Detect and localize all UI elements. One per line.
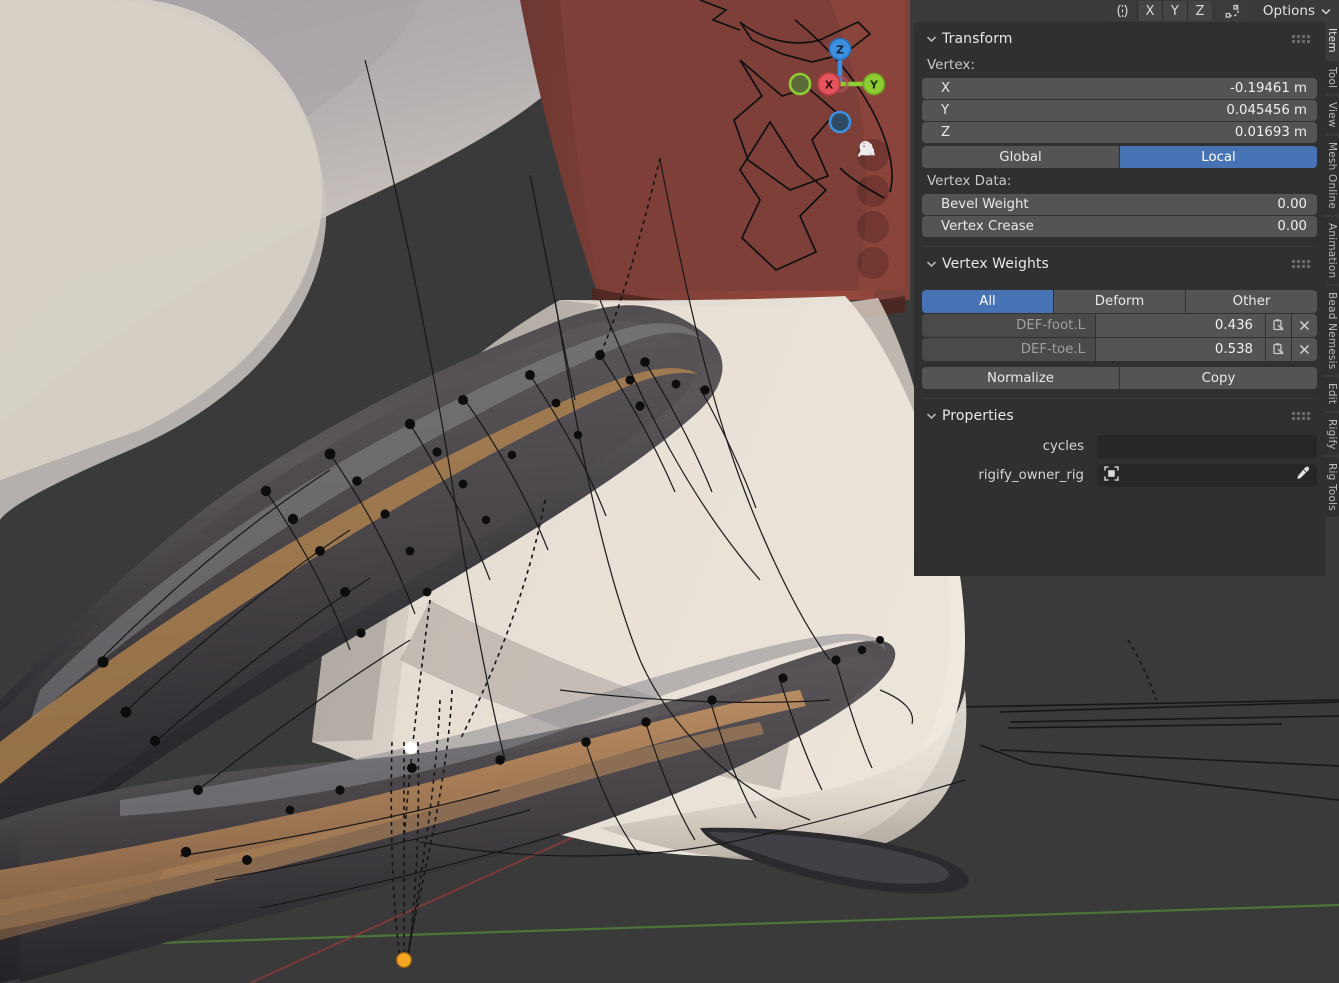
vertex-group-weight[interactable]: 0.538 (1096, 338, 1265, 361)
blender-window: Z Y X X Y Z Options Transform Vertex: X … (0, 0, 1339, 983)
object-origin (395, 951, 413, 969)
symmetry-group[interactable]: X Y Z (1107, 1, 1212, 21)
field-value: -0.19461 m (1230, 81, 1307, 96)
sidebar-tab-rigify[interactable]: Rigify (1325, 412, 1339, 456)
property-row-rigify-owner-rig[interactable]: rigify_owner_rig (922, 464, 1317, 487)
transform-field-x[interactable]: X -0.19461 m (922, 78, 1317, 99)
transform-field-y[interactable]: Y 0.045456 m (922, 100, 1317, 121)
bevel-weight-field[interactable]: Bevel Weight 0.00 (922, 194, 1317, 215)
proportional-editing-icon[interactable] (1216, 1, 1247, 21)
field-key: Y (941, 103, 950, 118)
symmetry-x-button[interactable]: X (1137, 1, 1162, 21)
field-value: 0.00 (1277, 219, 1307, 234)
vertex-group-weight[interactable]: 0.436 (1096, 314, 1265, 337)
vertex-crease-field[interactable]: Vertex Crease 0.00 (922, 216, 1317, 237)
normalize-button[interactable]: Normalize (922, 367, 1119, 389)
chevron-down-icon[interactable] (926, 34, 942, 45)
selected-vertex (404, 741, 418, 755)
options-dropdown[interactable]: Options (1253, 1, 1339, 21)
transform-space-toggle[interactable]: Global Local (922, 146, 1317, 168)
field-key: X (941, 81, 951, 96)
camera-icon[interactable] (857, 143, 889, 243)
chevron-down-icon[interactable] (926, 411, 942, 422)
property-row-cycles[interactable]: cycles (922, 435, 1317, 458)
sidebar-tab-bead-nemesis[interactable]: Bead Nemesis (1325, 286, 1339, 376)
transform-panel-header[interactable]: Transform (922, 26, 1317, 52)
close-icon[interactable] (1292, 338, 1317, 361)
weight-actions[interactable]: Normalize Copy (922, 367, 1317, 389)
filter-tab-other[interactable]: Other (1186, 290, 1317, 313)
symmetry-z-button[interactable]: Z (1187, 1, 1212, 21)
navigation-axis-gizmo[interactable]: Z Y X (788, 32, 892, 136)
vertex-data-label: Vertex Data: (927, 173, 1012, 189)
property-label: rigify_owner_rig (978, 468, 1084, 483)
viewport-header[interactable]: X Y Z Options (1103, 0, 1339, 22)
vertex-group-row[interactable]: DEF-toe.L 0.538 (922, 338, 1317, 361)
sidebar-tab-edit[interactable]: Edit (1325, 377, 1339, 411)
divider (924, 246, 1315, 247)
copy-to-selected-icon[interactable] (1266, 338, 1291, 361)
field-key: Z (941, 125, 951, 140)
sidebar-tab-item[interactable]: Item (1325, 22, 1339, 59)
sidebar-tab-tool[interactable]: Tool (1325, 60, 1339, 94)
field-value: 0.045456 m (1226, 103, 1307, 118)
symmetry-y-button[interactable]: Y (1162, 1, 1187, 21)
panel-title: Transform (942, 31, 1013, 47)
svg-text:Y: Y (869, 79, 879, 92)
copy-to-selected-icon[interactable] (1266, 314, 1291, 337)
field-key: Bevel Weight (941, 197, 1029, 212)
proportional-editing-group[interactable] (1216, 1, 1247, 21)
sidebar-tab-rig-tools[interactable]: Rig Tools (1325, 457, 1339, 518)
divider (924, 398, 1315, 399)
local-space-button[interactable]: Local (1120, 146, 1317, 168)
vertex-group-name: DEF-toe.L (922, 338, 1095, 361)
vertex-group-row[interactable]: DEF-foot.L 0.436 (922, 314, 1317, 337)
sidebar-tab-animation[interactable]: Animation (1325, 216, 1339, 285)
sidebar-tab-view[interactable]: View (1325, 95, 1339, 134)
field-key: Vertex Crease (941, 219, 1034, 234)
viewport-nav-buttons[interactable] (857, 139, 891, 283)
chevron-down-icon (1321, 8, 1331, 14)
mirror-icon[interactable] (1107, 1, 1137, 21)
drag-dots-icon[interactable] (1292, 35, 1310, 43)
sidebar-tab-strip[interactable]: Item Tool View Mesh Online Animation Bea… (1325, 22, 1339, 752)
copy-button[interactable]: Copy (1120, 367, 1317, 389)
properties-panel-header[interactable]: Properties (922, 403, 1317, 429)
panel-transform: Transform Vertex: X -0.19461 m Y 0.04545… (914, 26, 1325, 247)
drag-dots-icon[interactable] (1292, 260, 1310, 268)
drag-dots-icon[interactable] (1292, 412, 1310, 420)
grid-icon[interactable] (857, 143, 889, 279)
filter-tab-all[interactable]: All (922, 290, 1053, 313)
chevron-down-icon[interactable] (926, 259, 942, 270)
vertex-group-name: DEF-foot.L (922, 314, 1095, 337)
options-label: Options (1262, 3, 1315, 19)
eyedropper-icon[interactable] (1294, 465, 1311, 486)
object-icon (1103, 465, 1120, 486)
panel-vertex-weights: Vertex Weights All Deform Other DEF-foot… (914, 251, 1325, 399)
filter-tab-deform[interactable]: Deform (1054, 290, 1185, 313)
property-label: cycles (1042, 439, 1084, 454)
svg-text:X: X (825, 79, 834, 92)
svg-text:Z: Z (836, 44, 844, 57)
panel-properties: Properties cycles rigify_owner_rig (914, 403, 1325, 487)
weight-filter-tabs[interactable]: All Deform Other (922, 290, 1317, 313)
panel-title: Vertex Weights (942, 256, 1049, 272)
sidebar-tab-mesh-online[interactable]: Mesh Online (1325, 135, 1339, 215)
vertex-weights-panel-header[interactable]: Vertex Weights (922, 251, 1317, 277)
close-icon[interactable] (1292, 314, 1317, 337)
property-value-field[interactable] (1097, 435, 1317, 458)
vertex-section-label: Vertex: (927, 57, 975, 73)
global-space-button[interactable]: Global (922, 146, 1119, 168)
field-value: 0.00 (1277, 197, 1307, 212)
sidebar-n-panel[interactable]: Transform Vertex: X -0.19461 m Y 0.04545… (914, 22, 1325, 576)
field-value: 0.01693 m (1234, 125, 1307, 140)
transform-field-z[interactable]: Z 0.01693 m (922, 122, 1317, 143)
object-selector-field[interactable] (1097, 464, 1317, 487)
panel-title: Properties (942, 408, 1014, 424)
hand-icon[interactable] (857, 142, 889, 207)
